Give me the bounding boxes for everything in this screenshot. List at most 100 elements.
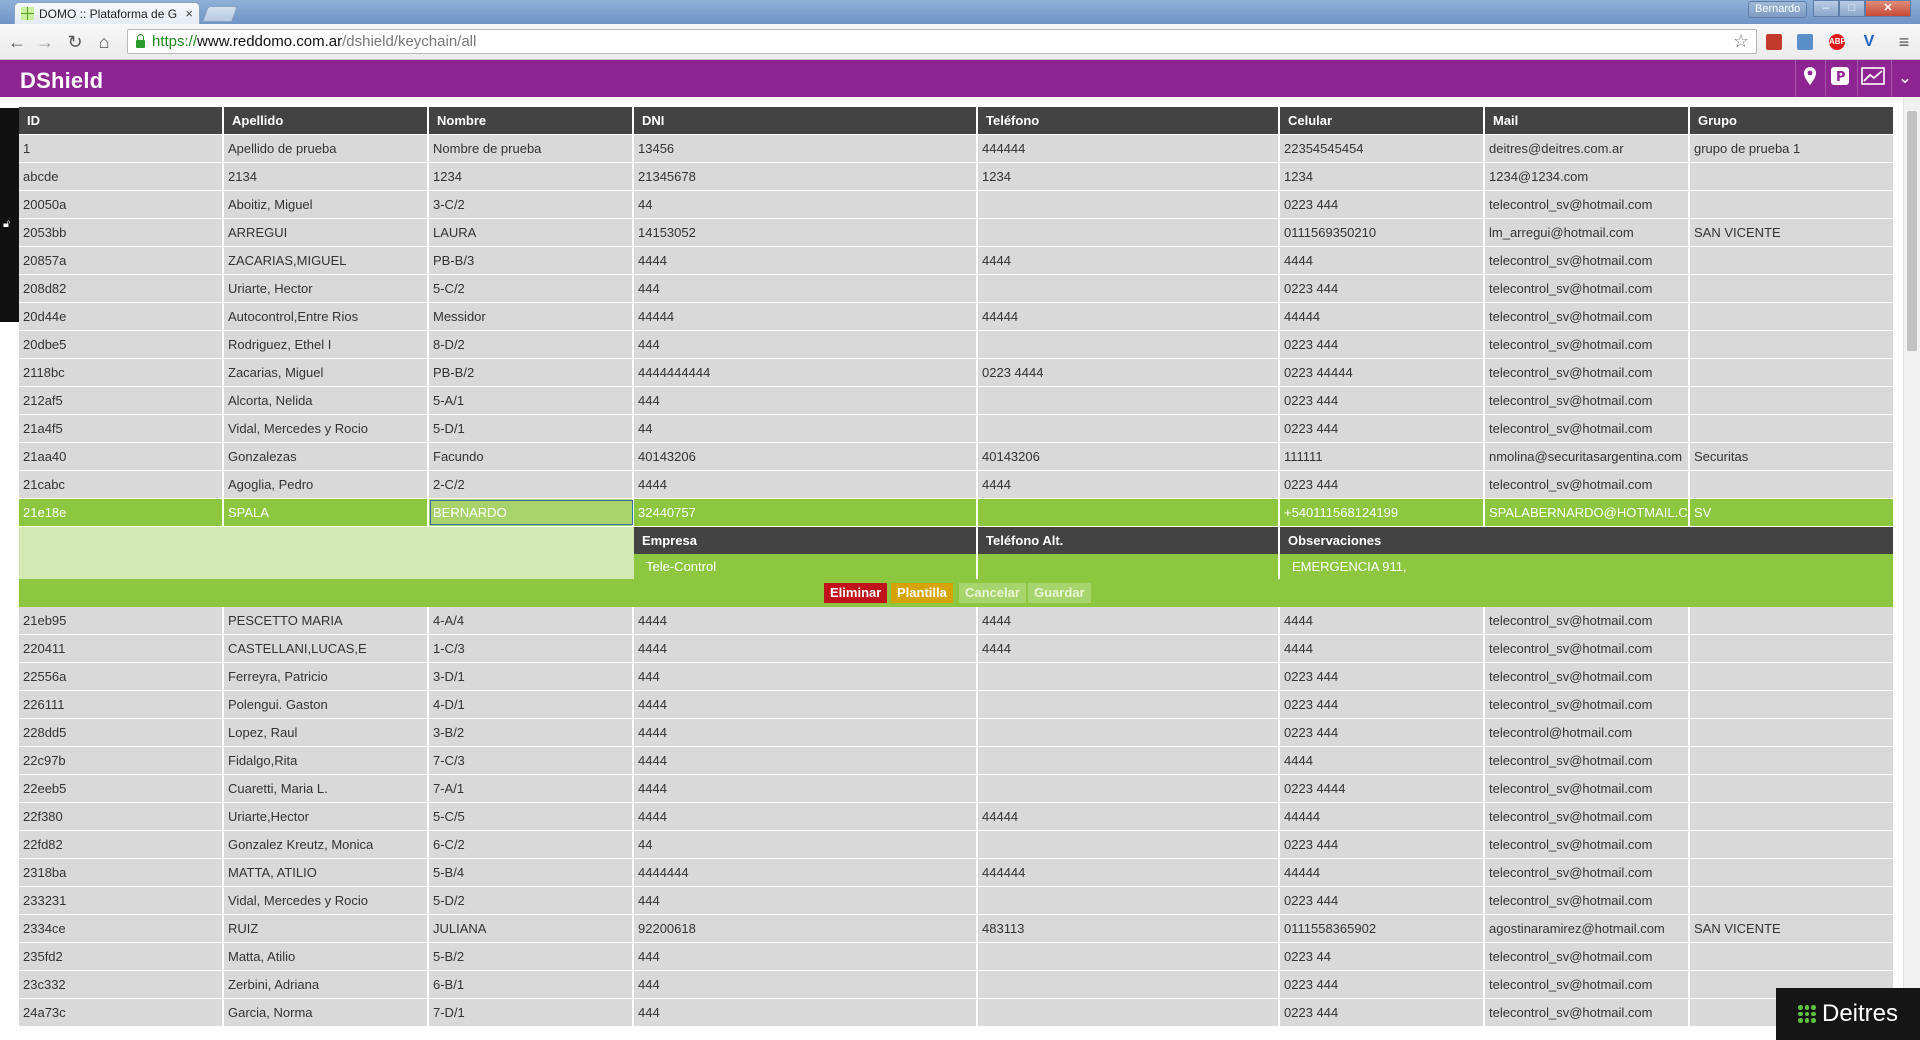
table-cell[interactable]: PB-B/3 <box>429 247 634 274</box>
table-cell[interactable]: telecontrol_sv@hotmail.com <box>1485 275 1690 302</box>
column-header[interactable]: Celular <box>1280 107 1485 134</box>
table-cell[interactable]: Polengui. Gaston <box>224 691 429 718</box>
table-cell[interactable]: 2118bc <box>19 359 224 386</box>
table-cell[interactable]: 44444 <box>978 803 1280 830</box>
table-cell[interactable]: 0223 4444 <box>978 359 1280 386</box>
table-cell[interactable]: 2334ce <box>19 915 224 942</box>
table-cell[interactable]: lm_arregui@hotmail.com <box>1485 219 1690 246</box>
table-cell[interactable]: telecontrol_sv@hotmail.com <box>1485 471 1690 498</box>
table-cell[interactable]: 22fd82 <box>19 831 224 858</box>
table-cell[interactable]: 0111569350210 <box>1280 219 1485 246</box>
table-cell[interactable]: 2134 <box>224 163 429 190</box>
table-cell[interactable]: 4444 <box>978 471 1280 498</box>
table-cell[interactable]: SAN VICENTE <box>1690 915 1893 942</box>
table-cell[interactable]: 21cabc <box>19 471 224 498</box>
observaciones-field[interactable]: EMERGENCIA 911, <box>1280 554 1893 579</box>
table-cell[interactable]: 1234@1234.com <box>1485 163 1690 190</box>
table-cell[interactable]: 5-D/2 <box>429 887 634 914</box>
table-cell[interactable]: abcde <box>19 163 224 190</box>
table-cell[interactable]: Garcia, Norma <box>224 999 429 1026</box>
table-cell[interactable]: Lopez, Raul <box>224 719 429 746</box>
table-cell[interactable]: 226111 <box>19 691 224 718</box>
table-cell[interactable]: 3-D/1 <box>429 663 634 690</box>
table-cell[interactable]: 44 <box>634 831 978 858</box>
table-cell[interactable]: 4444 <box>634 775 978 802</box>
table-cell[interactable]: 22f380 <box>19 803 224 830</box>
table-cell[interactable]: 44 <box>634 191 978 218</box>
table-row[interactable]: 2318ba MATTA, ATILIO 5-B/4 4444444 444444 444… <box>19 859 1893 887</box>
table-cell[interactable]: 21e18e <box>19 499 224 526</box>
table-cell[interactable]: 22c97b <box>19 747 224 774</box>
table-cell[interactable]: 444 <box>634 971 978 998</box>
table-cell[interactable]: 0223 444 <box>1280 831 1485 858</box>
table-cell[interactable]: 233231 <box>19 887 224 914</box>
table-cell[interactable]: 6-C/2 <box>429 831 634 858</box>
table-row[interactable]: 212af5 Alcorta, Nelida 5-A/1 444 0223 444 tel… <box>19 387 1893 415</box>
table-cell[interactable]: deitres@deitres.com.ar <box>1485 135 1690 162</box>
table-cell[interactable]: 22354545454 <box>1280 135 1485 162</box>
column-header[interactable]: Teléfono <box>978 107 1280 134</box>
vertical-scrollbar[interactable] <box>1903 97 1920 1040</box>
table-cell[interactable]: Messidor <box>429 303 634 330</box>
table-cell[interactable]: 4444444444 <box>634 359 978 386</box>
table-cell[interactable] <box>1690 803 1893 830</box>
table-row[interactable]: 22eeb5 Cuaretti, Maria L. 7-A/1 4444 0223 44… <box>19 775 1893 803</box>
table-cell[interactable]: 4444 <box>978 247 1280 274</box>
table-cell[interactable] <box>1690 747 1893 774</box>
table-cell[interactable]: 220411 <box>19 635 224 662</box>
table-row[interactable]: 20d44e Autocontrol,Entre Rios Messidor 4444… <box>19 303 1893 331</box>
vpn-ext-icon[interactable]: V <box>1861 34 1877 50</box>
table-cell[interactable]: 4-D/1 <box>429 691 634 718</box>
table-row[interactable]: 1 Apellido de prueba Nombre de prueba 13456… <box>19 135 1893 163</box>
table-cell[interactable]: Gonzalezas <box>224 443 429 470</box>
table-row[interactable]: 228dd5 Lopez, Raul 3-B/2 4444 0223 444 teleco… <box>19 719 1893 747</box>
table-row[interactable]: 235fd2 Matta, Atilio 5-B/2 444 0223 44 teleco… <box>19 943 1893 971</box>
table-cell[interactable]: 1-C/3 <box>429 635 634 662</box>
table-cell[interactable]: telecontrol_sv@hotmail.com <box>1485 999 1690 1026</box>
table-cell[interactable]: 212af5 <box>19 387 224 414</box>
table-cell[interactable]: 444 <box>634 663 978 690</box>
table-cell[interactable]: Zerbini, Adriana <box>224 971 429 998</box>
table-cell[interactable]: 4444 <box>978 635 1280 662</box>
table-cell[interactable]: 7-D/1 <box>429 999 634 1026</box>
table-cell[interactable]: 0223 444 <box>1280 415 1485 442</box>
table-cell[interactable] <box>1690 275 1893 302</box>
table-cell[interactable]: telecontrol_sv@hotmail.com <box>1485 831 1690 858</box>
maximize-button[interactable]: □ <box>1839 0 1865 17</box>
table-cell[interactable] <box>978 219 1280 246</box>
table-cell[interactable] <box>978 719 1280 746</box>
table-cell[interactable]: Aboitiz, Miguel <box>224 191 429 218</box>
table-cell[interactable]: agostinaramirez@hotmail.com <box>1485 915 1690 942</box>
table-cell[interactable]: 0223 444 <box>1280 971 1485 998</box>
table-cell[interactable]: 1234 <box>1280 163 1485 190</box>
table-cell[interactable] <box>1690 719 1893 746</box>
column-header[interactable]: Grupo <box>1690 107 1893 134</box>
table-cell[interactable]: 1234 <box>429 163 634 190</box>
table-cell[interactable] <box>1690 635 1893 662</box>
table-row[interactable]: 21cabc Agoglia, Pedro 2-C/2 4444 4444 0223 44… <box>19 471 1893 499</box>
table-cell[interactable]: 4444 <box>634 747 978 774</box>
table-cell[interactable] <box>1690 387 1893 414</box>
table-row[interactable]: 21aa40 Gonzalezas Facundo 40143206 40143206 1… <box>19 443 1893 471</box>
table-row[interactable]: 22c97b Fidalgo,Rita 7-C/3 4444 4444 telecontr… <box>19 747 1893 775</box>
table-cell[interactable]: Matta, Atilio <box>224 943 429 970</box>
table-cell[interactable]: 21aa40 <box>19 443 224 470</box>
table-cell[interactable]: 4444 <box>978 607 1280 634</box>
table-cell[interactable]: 21345678 <box>634 163 978 190</box>
table-cell[interactable]: telecontrol_sv@hotmail.com <box>1485 803 1690 830</box>
table-cell[interactable]: 444 <box>634 331 978 358</box>
table-cell[interactable]: PB-B/2 <box>429 359 634 386</box>
table-cell[interactable]: 4444444 <box>634 859 978 886</box>
chevron-down-icon[interactable]: ⌄ <box>1893 66 1917 90</box>
delete-button[interactable]: Eliminar <box>824 583 888 603</box>
table-cell[interactable]: SPALA <box>224 499 429 526</box>
bookmark-star-icon[interactable]: ☆ <box>1733 31 1749 52</box>
table-cell[interactable]: 5-D/1 <box>429 415 634 442</box>
table-cell[interactable]: 4444 <box>1280 635 1485 662</box>
table-cell[interactable] <box>978 275 1280 302</box>
table-cell[interactable]: 111111 <box>1280 443 1485 470</box>
table-cell[interactable]: Vidal, Mercedes y Rocio <box>224 415 429 442</box>
table-cell[interactable]: 0223 444 <box>1280 191 1485 218</box>
table-cell[interactable] <box>978 331 1280 358</box>
table-cell[interactable]: 44 <box>634 415 978 442</box>
